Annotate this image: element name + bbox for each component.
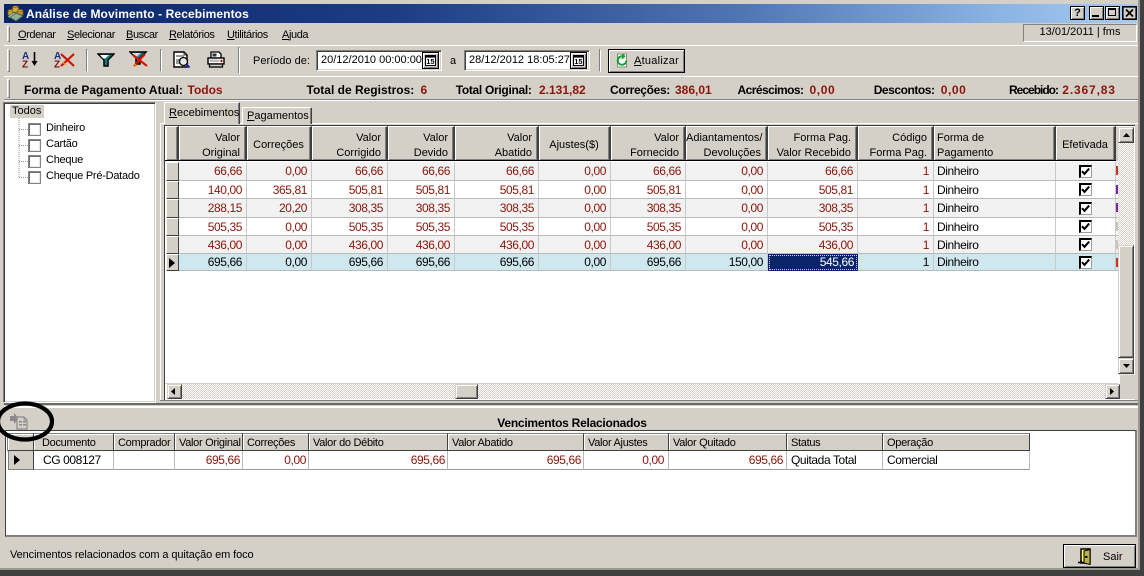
svg-text:Z: Z <box>54 60 60 69</box>
svg-text:15: 15 <box>426 57 434 66</box>
svg-text:15: 15 <box>574 57 582 66</box>
svg-text:Z: Z <box>22 60 28 69</box>
